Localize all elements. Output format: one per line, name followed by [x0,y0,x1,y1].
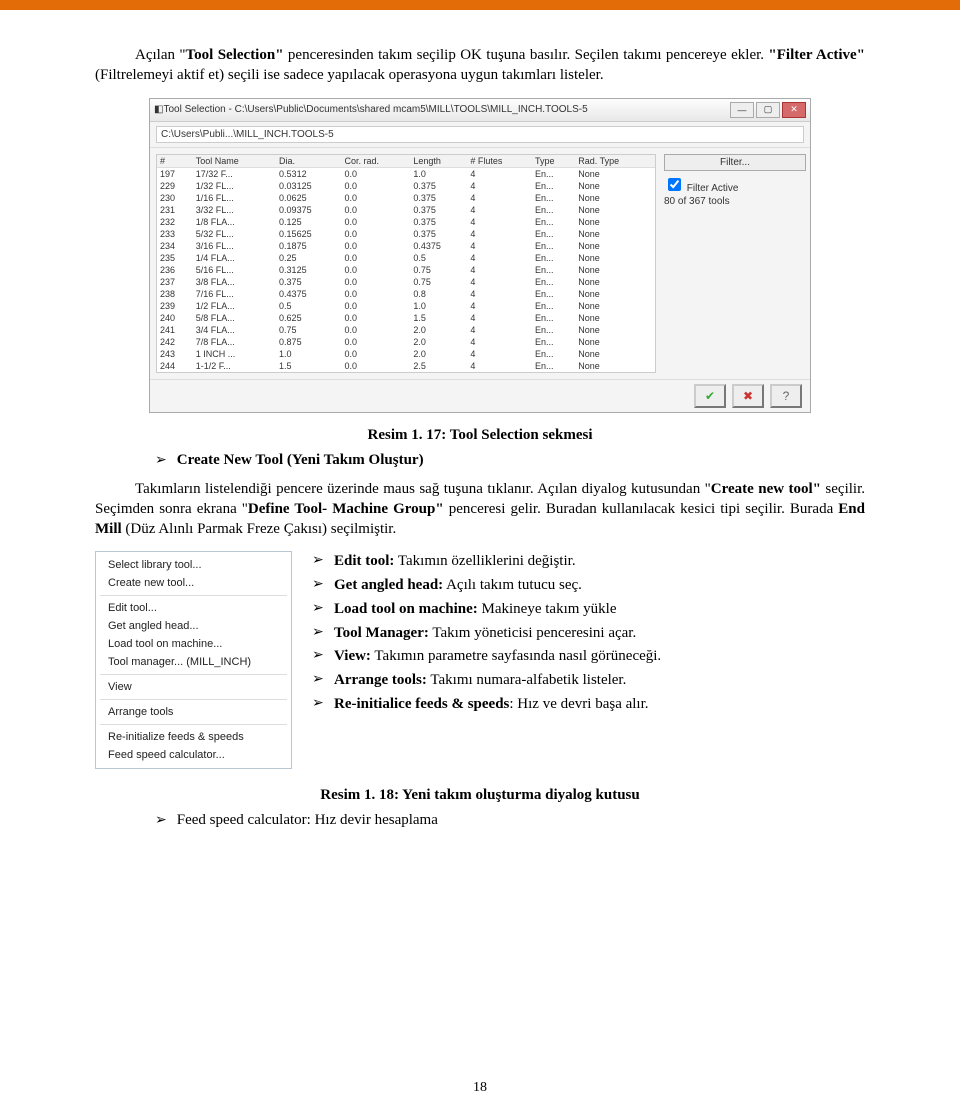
figure-caption-2: Resim 1. 18: Yeni takım oluşturma diyalo… [95,787,865,804]
table-row[interactable]: 2431 INCH ...1.00.02.04En...None [157,348,655,360]
column-header[interactable]: Length [410,155,467,168]
help-button[interactable]: ? [770,384,802,408]
create-new-tool-line: ➢ Create New Tool (Yeni Takım Oluştur) [155,452,865,469]
column-header[interactable]: Tool Name [193,155,276,168]
menu-item[interactable]: Select library tool... [96,556,291,574]
chevron-icon: ➢ [312,646,326,668]
menu-item[interactable]: Create new tool... [96,574,291,592]
filter-active-checkbox[interactable]: Filter Active [664,175,804,194]
window-title: Tool Selection - C:\Users\Public\Documen… [163,104,730,115]
tool-grid[interactable]: #Tool NameDia.Cor. rad.Length# FlutesTyp… [156,154,656,373]
filter-button[interactable]: Filter... [664,154,806,171]
table-row[interactable]: 2405/8 FLA...0.6250.01.54En...None [157,312,655,324]
table-row[interactable]: 2373/8 FLA...0.3750.00.754En...None [157,276,655,288]
close-button[interactable]: ✕ [782,102,806,118]
table-row[interactable]: 2343/16 FL...0.18750.00.43754En...None [157,240,655,252]
table-row[interactable]: 19717/32 F...0.53120.01.04En...None [157,167,655,180]
table-row[interactable]: 2387/16 FL...0.43750.00.84En...None [157,288,655,300]
filter-active-input[interactable] [668,178,681,191]
list-item: ➢Edit tool: Takımın özelliklerini değişt… [312,551,865,573]
bullet-list: ➢Edit tool: Takımın özelliklerini değişt… [312,551,865,717]
menu-item[interactable]: Edit tool... [96,599,291,617]
chevron-icon: ➢ [312,623,326,645]
chevron-icon: ➢ [312,575,326,597]
column-header[interactable]: Dia. [276,155,342,168]
table-row[interactable]: 2427/8 FLA...0.8750.02.04En...None [157,336,655,348]
column-header[interactable]: # Flutes [467,155,532,168]
menu-separator [100,595,287,596]
chevron-icon: ➢ [312,599,326,621]
list-item: ➢Load tool on machine: Makineye takım yü… [312,599,865,621]
table-row[interactable]: 2365/16 FL...0.31250.00.754En...None [157,264,655,276]
table-row[interactable]: 2321/8 FLA...0.1250.00.3754En...None [157,216,655,228]
minimize-button[interactable]: — [730,102,754,118]
menu-item[interactable]: Feed speed calculator... [96,746,291,764]
intro-paragraph: Açılan "Tool Selection" penceresinden ta… [95,45,865,86]
chevron-icon: ➢ [312,694,326,716]
column-header[interactable]: # [157,155,193,168]
cancel-button[interactable]: ✖ [732,384,764,408]
table-row[interactable]: 2313/32 FL...0.093750.00.3754En...None [157,204,655,216]
figure-caption-1: Resim 1. 17: Tool Selection sekmesi [95,427,865,444]
path-input[interactable]: C:\Users\Publi...\MILL_INCH.TOOLS-5 [156,126,804,143]
column-header[interactable]: Rad. Type [575,155,655,168]
table-row[interactable]: 2413/4 FLA...0.750.02.04En...None [157,324,655,336]
list-item: ➢Get angled head: Açılı takım tutucu seç… [312,575,865,597]
chevron-icon: ➢ [312,551,326,573]
menu-item[interactable]: Load tool on machine... [96,635,291,653]
list-item: ➢View: Takımın parametre sayfasında nası… [312,646,865,668]
menu-separator [100,674,287,675]
menu-separator [100,699,287,700]
menu-separator [100,724,287,725]
table-row[interactable]: 2291/32 FL...0.031250.00.3754En...None [157,180,655,192]
table-row[interactable]: 2335/32 FL...0.156250.00.3754En...None [157,228,655,240]
window-titlebar: ◧ Tool Selection - C:\Users\Public\Docum… [150,99,810,122]
context-menu: Select library tool...Create new tool...… [95,551,292,769]
chevron-icon: ➢ [312,670,326,692]
list-item: ➢Tool Manager: Takım yöneticisi penceres… [312,623,865,645]
table-row[interactable]: 2301/16 FL...0.06250.00.3754En...None [157,192,655,204]
table-row[interactable]: 2441-1/2 F...1.50.02.54En...None [157,360,655,372]
maximize-button[interactable]: ▢ [756,102,780,118]
tool-selection-window: ◧ Tool Selection - C:\Users\Public\Docum… [149,98,811,413]
menu-item[interactable]: View [96,678,291,696]
menu-item[interactable]: Get angled head... [96,617,291,635]
page-number: 18 [473,1080,487,1096]
list-item: ➢Re-initialice feeds & speeds: Hız ve de… [312,694,865,716]
path-bar: C:\Users\Publi...\MILL_INCH.TOOLS-5 [150,122,810,148]
table-row[interactable]: 2391/2 FLA...0.50.01.04En...None [157,300,655,312]
table-row[interactable]: 2351/4 FLA...0.250.00.54En...None [157,252,655,264]
body-paragraph-2: Takımların listelendiği pencere üzerinde… [95,479,865,540]
tool-count-label: 80 of 367 tools [664,196,804,207]
app-icon: ◧ [154,104,163,115]
column-header[interactable]: Type [532,155,575,168]
ok-button[interactable]: ✔ [694,384,726,408]
menu-item[interactable]: Arrange tools [96,703,291,721]
chevron-icon: ➢ [155,452,167,469]
chevron-icon: ➢ [155,812,167,829]
menu-item[interactable]: Re-initialize feeds & speeds [96,728,291,746]
feed-calc-line: ➢ Feed speed calculator: Hız devir hesap… [155,812,865,829]
column-header[interactable]: Cor. rad. [342,155,411,168]
menu-item[interactable]: Tool manager... (MILL_INCH) [96,653,291,671]
list-item: ➢Arrange tools: Takımı numara-alfabetik … [312,670,865,692]
